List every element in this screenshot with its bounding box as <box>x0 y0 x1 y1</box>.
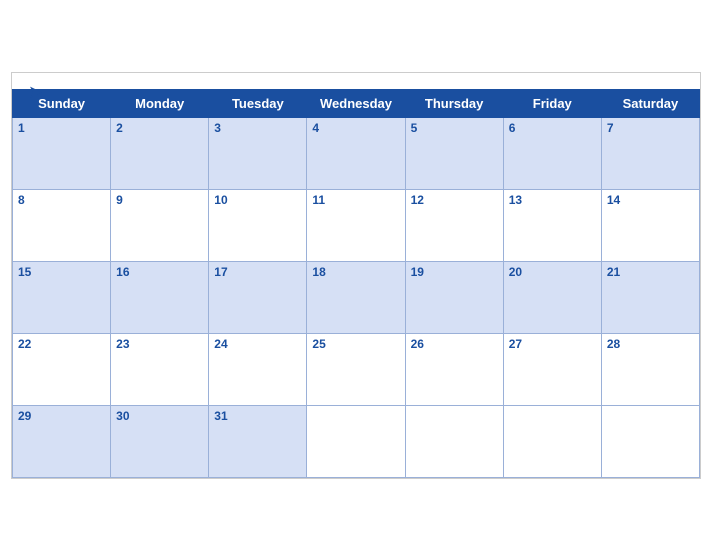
day-number: 19 <box>411 265 498 279</box>
calendar-week-row: 1234567 <box>13 117 700 189</box>
calendar-week-row: 89 10 11 12 13 14 <box>13 189 700 261</box>
day-number: 5 <box>411 121 498 135</box>
weekday-header-saturday: Saturday <box>601 89 699 117</box>
calendar-day-cell: 25 <box>307 333 405 405</box>
calendar-day-cell: 11 <box>307 189 405 261</box>
calendar-day-cell <box>601 405 699 477</box>
day-number: 23 <box>116 337 203 351</box>
calendar-day-cell: 4 <box>307 117 405 189</box>
weekday-header-monday: Monday <box>111 89 209 117</box>
day-number: 18 <box>312 265 399 279</box>
day-number: 3 <box>214 121 301 135</box>
calendar-day-cell: 22 <box>13 333 111 405</box>
weekday-header-wednesday: Wednesday <box>307 89 405 117</box>
day-number: 7 <box>607 121 694 135</box>
calendar-day-cell: 15 <box>13 261 111 333</box>
calendar-day-cell: 3 <box>209 117 307 189</box>
logo: ➤ <box>28 83 43 101</box>
calendar-table: SundayMondayTuesdayWednesdayThursdayFrid… <box>12 89 700 478</box>
calendar-day-cell: 13 <box>503 189 601 261</box>
calendar-day-cell: 19 <box>405 261 503 333</box>
day-number: 16 <box>116 265 203 279</box>
calendar-day-cell: 2 <box>111 117 209 189</box>
weekday-header-thursday: Thursday <box>405 89 503 117</box>
calendar-week-row: 29 30 31 <box>13 405 700 477</box>
calendar-day-cell: 12 <box>405 189 503 261</box>
weekday-header-tuesday: Tuesday <box>209 89 307 117</box>
weekday-header-friday: Friday <box>503 89 601 117</box>
day-number: 9 <box>116 193 203 207</box>
logo-bird-icon: ➤ <box>28 83 43 101</box>
calendar-day-cell <box>405 405 503 477</box>
calendar-day-cell: 16 <box>111 261 209 333</box>
day-number: 27 <box>509 337 596 351</box>
day-number: 24 <box>214 337 301 351</box>
day-number: 20 <box>509 265 596 279</box>
calendar-day-cell: 30 <box>111 405 209 477</box>
day-number: 26 <box>411 337 498 351</box>
weekday-header-row: SundayMondayTuesdayWednesdayThursdayFrid… <box>13 89 700 117</box>
calendar-thead: SundayMondayTuesdayWednesdayThursdayFrid… <box>13 89 700 117</box>
calendar-day-cell: 26 <box>405 333 503 405</box>
day-number: 1 <box>18 121 105 135</box>
day-number: 25 <box>312 337 399 351</box>
calendar-day-cell: 9 <box>111 189 209 261</box>
day-number: 11 <box>312 193 399 207</box>
day-number: 21 <box>607 265 694 279</box>
calendar-day-cell: 29 <box>13 405 111 477</box>
day-number: 28 <box>607 337 694 351</box>
day-number: 12 <box>411 193 498 207</box>
day-number: 15 <box>18 265 105 279</box>
calendar-tbody: 1234567891011121314151617181920212223242… <box>13 117 700 477</box>
calendar: ➤ SundayMondayTuesdayWednesdayThursdayFr… <box>11 72 701 479</box>
calendar-day-cell: 14 <box>601 189 699 261</box>
day-number: 4 <box>312 121 399 135</box>
day-number: 22 <box>18 337 105 351</box>
calendar-day-cell: 31 <box>209 405 307 477</box>
calendar-day-cell: 28 <box>601 333 699 405</box>
calendar-day-cell: 27 <box>503 333 601 405</box>
calendar-day-cell: 21 <box>601 261 699 333</box>
day-number: 30 <box>116 409 203 423</box>
day-number: 10 <box>214 193 301 207</box>
day-number: 6 <box>509 121 596 135</box>
calendar-day-cell: 6 <box>503 117 601 189</box>
calendar-day-cell: 20 <box>503 261 601 333</box>
calendar-day-cell: 1 <box>13 117 111 189</box>
calendar-day-cell <box>307 405 405 477</box>
day-number: 31 <box>214 409 301 423</box>
day-number: 8 <box>18 193 105 207</box>
calendar-day-cell: 7 <box>601 117 699 189</box>
calendar-day-cell: 17 <box>209 261 307 333</box>
calendar-day-cell: 23 <box>111 333 209 405</box>
calendar-header: ➤ <box>12 73 700 89</box>
calendar-day-cell: 18 <box>307 261 405 333</box>
calendar-day-cell <box>503 405 601 477</box>
day-number: 14 <box>607 193 694 207</box>
calendar-day-cell: 8 <box>13 189 111 261</box>
calendar-day-cell: 24 <box>209 333 307 405</box>
calendar-week-row: 15 16 17 18 19 20 21 <box>13 261 700 333</box>
day-number: 29 <box>18 409 105 423</box>
day-number: 13 <box>509 193 596 207</box>
day-number: 17 <box>214 265 301 279</box>
day-number: 2 <box>116 121 203 135</box>
calendar-day-cell: 10 <box>209 189 307 261</box>
calendar-week-row: 22 23 24 25 26 27 28 <box>13 333 700 405</box>
calendar-day-cell: 5 <box>405 117 503 189</box>
